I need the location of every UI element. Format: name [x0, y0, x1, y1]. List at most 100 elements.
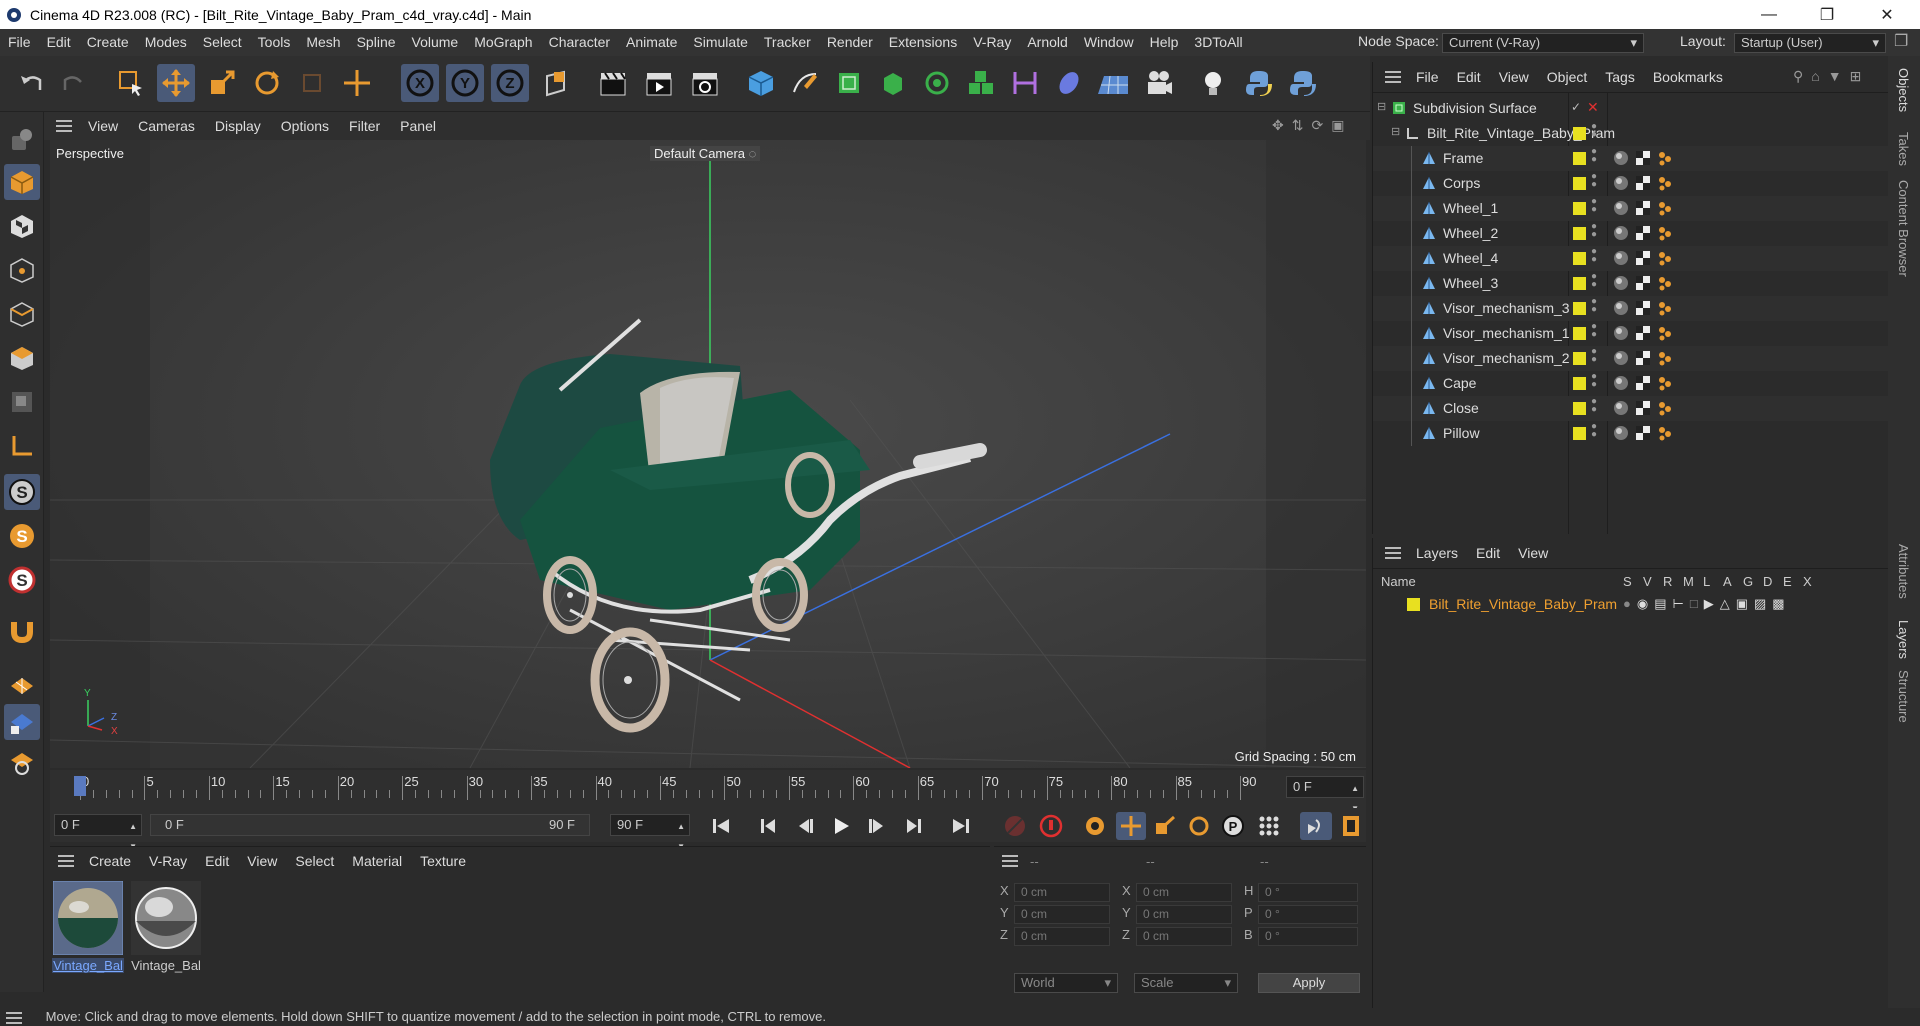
size-field[interactable]: 0 cm: [1136, 883, 1232, 902]
menu-item-modes[interactable]: Modes: [137, 29, 195, 56]
material-tag-icon[interactable]: [1613, 425, 1629, 441]
expression-icon[interactable]: ▨: [1754, 596, 1766, 612]
previous-frame-button[interactable]: [790, 812, 820, 840]
size-mode-dropdown[interactable]: Scale ▾: [1134, 973, 1238, 993]
keyframe-selection-button[interactable]: [1080, 812, 1110, 840]
object-row-wheel_2[interactable]: Wheel_2 ● ●: [1373, 221, 1889, 246]
home-icon[interactable]: ⌂: [1811, 68, 1819, 85]
edit-check-icon[interactable]: ✓: [1571, 100, 1581, 114]
collapse-icon[interactable]: ⊟: [1377, 100, 1386, 113]
next-key-button[interactable]: [898, 812, 928, 840]
uvw-tag-icon[interactable]: [1635, 275, 1651, 291]
rotate-tool-button[interactable]: [248, 64, 286, 102]
object-row-visor_mechanism_3[interactable]: Visor_mechanism_3 ● ●: [1373, 296, 1889, 321]
menu-item-volume[interactable]: Volume: [404, 29, 467, 56]
playhead-marker[interactable]: [74, 776, 86, 796]
menu-item-create[interactable]: Create: [79, 29, 137, 56]
uvw-tag-icon[interactable]: [1635, 150, 1651, 166]
viewport-menu-item-filter[interactable]: Filter: [339, 118, 390, 134]
object-row-close[interactable]: Close ● ●: [1373, 396, 1889, 421]
deformer-button[interactable]: [1006, 64, 1044, 102]
mograph-cloner-button[interactable]: [918, 64, 956, 102]
start-frame-field[interactable]: 0 F▲▼: [54, 814, 142, 851]
viewport-menu-item-panel[interactable]: Panel: [390, 118, 446, 134]
material-tag-icon[interactable]: [1613, 300, 1629, 316]
timeline-window-button[interactable]: [1336, 812, 1366, 840]
field-button[interactable]: [1050, 64, 1088, 102]
scale-inactive-button[interactable]: [293, 64, 331, 102]
coordinate-mode-dropdown[interactable]: World ▾: [1014, 973, 1118, 993]
uv-mode-button[interactable]: [4, 384, 40, 420]
key-scale-button[interactable]: [1150, 812, 1180, 840]
camera-button[interactable]: [1140, 64, 1178, 102]
render-to-picture-viewer-button[interactable]: [640, 64, 678, 102]
deformer-icon[interactable]: ▣: [1736, 596, 1748, 612]
generator-icon[interactable]: △: [1720, 596, 1730, 612]
make-editable-button[interactable]: [4, 122, 40, 158]
hamburger-icon[interactable]: [6, 1011, 22, 1024]
layer-menu-item-layers[interactable]: Layers: [1407, 545, 1467, 561]
vray-tag-icon[interactable]: [1657, 375, 1673, 391]
material-tag-icon[interactable]: [1613, 150, 1629, 166]
uvw-tag-icon[interactable]: [1635, 250, 1651, 266]
menu-item-simulate[interactable]: Simulate: [685, 29, 755, 56]
object-row-wheel_1[interactable]: Wheel_1 ● ●: [1373, 196, 1889, 221]
layer-column-g[interactable]: G: [1743, 574, 1753, 589]
visibility-dots-icon[interactable]: ● ●: [1591, 397, 1597, 415]
menu-item-character[interactable]: Character: [541, 29, 618, 56]
solo-dot-icon[interactable]: ●: [1623, 596, 1631, 612]
material-tag-icon[interactable]: [1613, 200, 1629, 216]
visibility-dots-icon[interactable]: ● ●: [1591, 197, 1597, 215]
uvw-tag-icon[interactable]: [1635, 175, 1651, 191]
pen-spline-button[interactable]: [786, 64, 824, 102]
menu-item-extensions[interactable]: Extensions: [881, 29, 965, 56]
layer-column-x[interactable]: X: [1803, 574, 1812, 589]
y-axis-button[interactable]: Y: [446, 64, 484, 102]
node-space-dropdown[interactable]: Current (V-Ray) ▾: [1442, 33, 1644, 53]
3d-viewport[interactable]: Perspective Default Camera ◌ Grid Spacin…: [50, 140, 1366, 768]
viewport-menu-item-cameras[interactable]: Cameras: [128, 118, 205, 134]
play-button[interactable]: [826, 812, 856, 840]
object-row-pillow[interactable]: Pillow ● ●: [1373, 421, 1889, 446]
animation-play-icon[interactable]: ▶: [1704, 596, 1714, 612]
viewport-menu-item-display[interactable]: Display: [205, 118, 271, 134]
uvw-tag-icon[interactable]: [1635, 325, 1651, 341]
axis-mode-button[interactable]: [4, 428, 40, 464]
layer-column-s[interactable]: S: [1623, 574, 1632, 589]
layer-column-r[interactable]: R: [1663, 574, 1672, 589]
visibility-dots-icon[interactable]: ● ●: [1591, 347, 1597, 365]
visibility-dots-icon[interactable]: ● ●: [1591, 297, 1597, 315]
uvw-tag-icon[interactable]: [1635, 400, 1651, 416]
light-button[interactable]: [1194, 64, 1232, 102]
menu-item-help[interactable]: Help: [1142, 29, 1187, 56]
object-row-corps[interactable]: Corps ● ●: [1373, 171, 1889, 196]
vray-tag-icon[interactable]: [1657, 275, 1673, 291]
goto-end-button[interactable]: [946, 812, 976, 840]
material-menu-item-v-ray[interactable]: V-Ray: [140, 853, 196, 869]
layer-column-m[interactable]: M: [1683, 574, 1694, 589]
rotation-field[interactable]: 0 °: [1258, 905, 1358, 924]
workplane-rotate-button[interactable]: [4, 744, 40, 780]
tab-structure[interactable]: Structure: [1896, 670, 1911, 723]
polygon-mode-button[interactable]: [4, 340, 40, 376]
maximize-view-icon[interactable]: ▣: [1331, 117, 1344, 137]
model-mode-button[interactable]: [4, 164, 40, 200]
material-menu-item-create[interactable]: Create: [80, 853, 140, 869]
hamburger-icon[interactable]: [56, 120, 72, 132]
render-settings-button[interactable]: [686, 64, 724, 102]
vray-tag-icon[interactable]: [1657, 300, 1673, 316]
menu-item-tools[interactable]: Tools: [250, 29, 299, 56]
uvw-tag-icon[interactable]: [1635, 300, 1651, 316]
menu-item-window[interactable]: Window: [1076, 29, 1142, 56]
menu-item-spline[interactable]: Spline: [349, 29, 404, 56]
record-keys-button[interactable]: [1000, 812, 1030, 840]
vray-tag-icon[interactable]: [1657, 150, 1673, 166]
layer-column-name[interactable]: Name: [1381, 574, 1416, 589]
material-menu-item-material[interactable]: Material: [343, 853, 411, 869]
layer-menu-item-view[interactable]: View: [1509, 545, 1557, 561]
material-tag-icon[interactable]: [1613, 225, 1629, 241]
key-parameter-button[interactable]: P: [1218, 812, 1248, 840]
search-icon[interactable]: ⚲: [1793, 68, 1803, 85]
layer-column-l[interactable]: L: [1703, 574, 1710, 589]
position-field[interactable]: 0 cm: [1014, 905, 1110, 924]
